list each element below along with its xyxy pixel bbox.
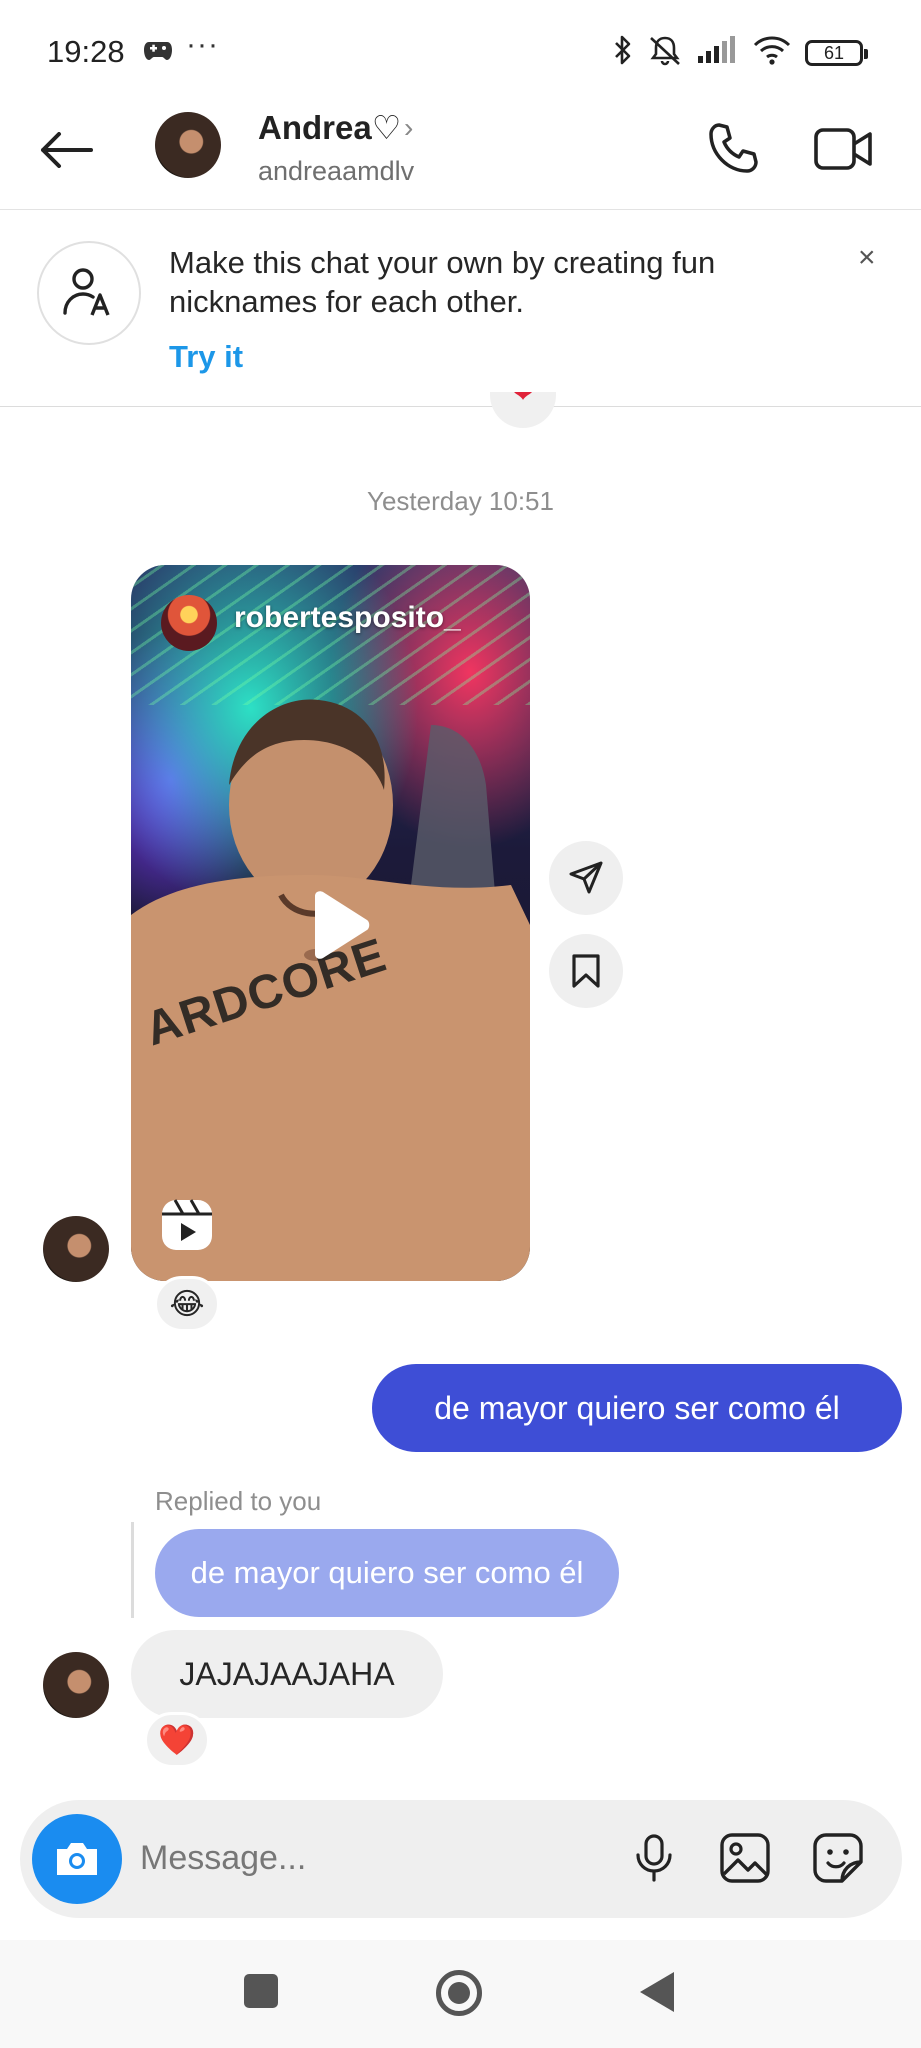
contact-name[interactable]: Andrea♡ <box>258 108 401 147</box>
heart-icon: ❤️ <box>158 1723 196 1757</box>
phone-icon[interactable] <box>700 116 766 182</box>
home-button[interactable] <box>436 1970 482 2016</box>
sender-avatar[interactable] <box>43 1652 109 1718</box>
reply-quote-text: de mayor quiero ser como él <box>190 1555 584 1590</box>
video-camera-icon[interactable] <box>810 116 876 182</box>
sent-message-text: de mayor quiero ser como él <box>434 1389 840 1426</box>
microphone-icon[interactable] <box>624 1828 684 1888</box>
message-timestamp: Yesterday 10:51 <box>367 486 554 516</box>
gallery-icon[interactable] <box>715 1828 775 1888</box>
system-back-button[interactable] <box>640 1972 674 2012</box>
status-time: 19:28 <box>47 34 125 69</box>
recent-apps-button[interactable] <box>244 1974 278 2008</box>
message-input[interactable] <box>140 1830 600 1886</box>
mute-icon <box>647 34 683 71</box>
reply-label: Replied to you <box>155 1486 322 1516</box>
reply-indicator-bar <box>131 1522 134 1618</box>
battery-icon: 61 <box>805 39 868 66</box>
message-reaction[interactable]: ❤️ <box>144 1712 210 1768</box>
status-icons: 61 <box>613 34 868 71</box>
reel-owner-avatar <box>161 595 217 651</box>
chevron-right-icon[interactable]: › <box>404 112 413 144</box>
gamepad-icon <box>143 38 173 67</box>
reels-icon <box>159 1197 215 1253</box>
chat-header: Andrea♡ › andreaamdlv <box>0 100 921 210</box>
share-icon[interactable] <box>549 841 623 915</box>
message-reaction-heart[interactable]: ❤ <box>490 392 556 428</box>
status-more-dots: ··· <box>186 28 219 61</box>
shared-reel-card[interactable]: ARDCORE robertesposito_ <box>131 565 530 1281</box>
wifi-icon <box>753 35 791 70</box>
bluetooth-icon <box>613 34 633 71</box>
nickname-person-icon <box>37 241 141 345</box>
contact-avatar[interactable] <box>155 112 221 178</box>
heart-icon: ❤ <box>512 392 534 408</box>
system-navigation-bar <box>0 1940 921 2048</box>
reply-quote-bubble[interactable]: de mayor quiero ser como él <box>155 1529 619 1617</box>
play-icon[interactable] <box>301 890 371 960</box>
banner-text: Make this chat your own by creating fun … <box>169 245 716 319</box>
sender-avatar[interactable] <box>43 1216 109 1282</box>
try-it-link[interactable]: Try it <box>169 339 243 375</box>
status-bar: 19:28 ··· 61 <box>0 0 921 100</box>
received-message-text: JAJAJAAJAHA <box>179 1655 395 1692</box>
home-dot <box>448 1982 470 2004</box>
camera-icon[interactable] <box>32 1814 122 1904</box>
nickname-banner: Make this chat your own by creating fun … <box>0 211 921 407</box>
close-icon[interactable]: × <box>858 241 876 275</box>
laughing-emoji-icon: 😂 <box>169 1287 205 1321</box>
signal-icon <box>697 36 739 69</box>
back-arrow-icon[interactable] <box>36 120 96 180</box>
reel-owner-name[interactable]: robertesposito_ <box>234 601 461 635</box>
sent-message-bubble[interactable]: de mayor quiero ser como él <box>372 1364 902 1452</box>
sticker-icon[interactable] <box>808 1828 868 1888</box>
bookmark-icon[interactable] <box>549 934 623 1008</box>
reel-reaction[interactable]: 😂 <box>154 1276 220 1332</box>
message-composer <box>20 1800 902 1918</box>
received-message-bubble[interactable]: JAJAJAAJAHA <box>131 1630 443 1718</box>
contact-username[interactable]: andreaamdlv <box>258 156 414 187</box>
